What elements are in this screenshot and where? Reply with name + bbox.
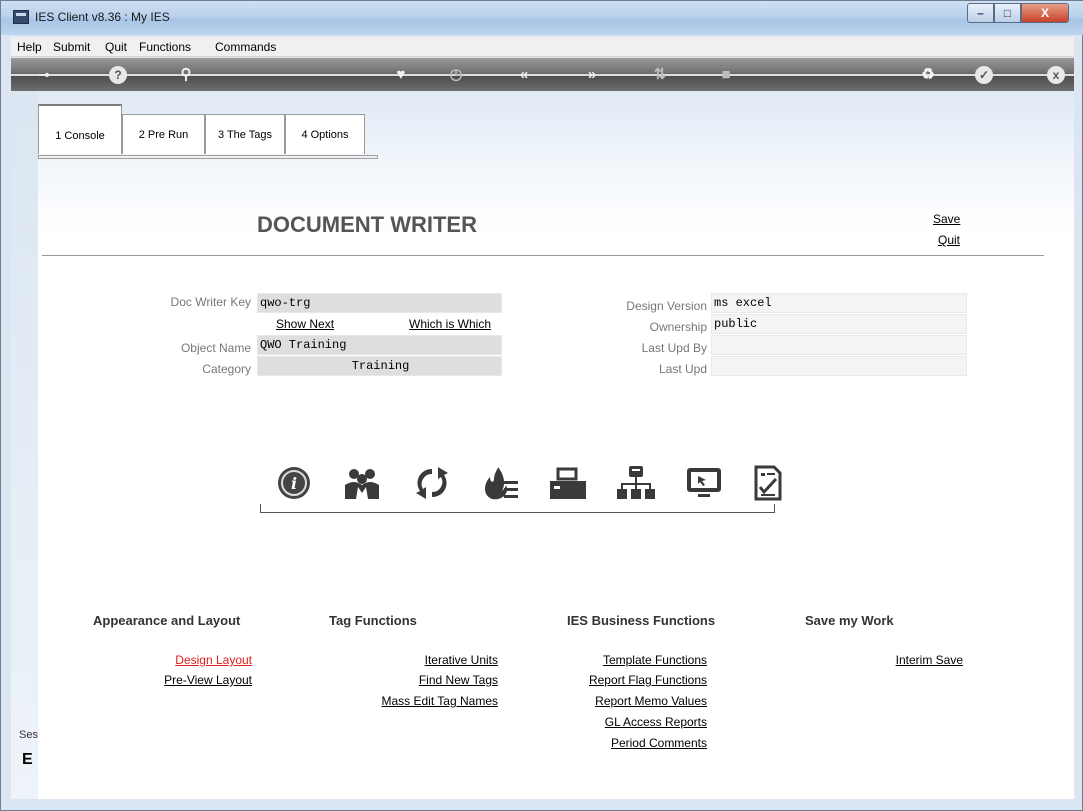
menu-quit[interactable]: Quit: [105, 40, 127, 54]
tab-panel-edge: [38, 155, 378, 159]
svg-text:i: i: [291, 474, 297, 493]
doc-writer-key-field[interactable]: qwo-trg: [257, 293, 502, 313]
which-is-which-link[interactable]: Which is Which: [409, 317, 491, 331]
last-upd-by-field[interactable]: [711, 335, 967, 355]
recycle-icon[interactable]: ♻: [917, 64, 939, 86]
menu-functions[interactable]: Functions: [139, 40, 191, 54]
category-field[interactable]: Training: [257, 356, 502, 376]
design-layout-link[interactable]: Design Layout: [101, 653, 252, 667]
sort-icon[interactable]: ⇅: [649, 64, 671, 86]
tab-console[interactable]: 1 Console: [38, 104, 122, 154]
ownership-label: Ownership: [649, 320, 707, 334]
report-memo-values-link[interactable]: Report Memo Values: [541, 694, 707, 708]
period-comments-link[interactable]: Period Comments: [541, 736, 707, 750]
tab-options[interactable]: 4 Options: [285, 114, 365, 154]
gl-access-reports-link[interactable]: GL Access Reports: [541, 715, 707, 729]
fast-forward-icon[interactable]: »: [581, 64, 603, 86]
menu-bar: Help Submit Quit Functions Commands: [11, 37, 1074, 57]
clock-icon[interactable]: ◷: [445, 64, 467, 86]
window-title: IES Client v8.36 : My IES: [35, 10, 170, 24]
stop-icon[interactable]: ■: [715, 64, 737, 86]
title-bar: IES Client v8.36 : My IES – □ X: [1, 1, 1083, 35]
minimize-button[interactable]: –: [967, 3, 994, 23]
last-upd-by-label: Last Upd By: [641, 341, 707, 355]
rewind-icon[interactable]: «: [513, 64, 535, 86]
menu-help[interactable]: Help: [17, 40, 42, 54]
ownership-field[interactable]: public: [711, 314, 967, 334]
save-work-section-title: Save my Work: [805, 613, 894, 628]
save-link[interactable]: Save: [933, 212, 960, 226]
help-icon[interactable]: ?: [109, 66, 127, 84]
doc-writer-key-label: Doc Writer Key: [170, 295, 251, 309]
preview-layout-link[interactable]: Pre-View Layout: [101, 673, 252, 687]
printer-icon[interactable]: [548, 465, 588, 501]
design-version-label: Design Version: [626, 299, 707, 313]
menu-submit[interactable]: Submit: [53, 40, 90, 54]
content-area: [11, 91, 1074, 799]
show-next-link[interactable]: Show Next: [276, 317, 334, 331]
mass-edit-tag-names-link[interactable]: Mass Edit Tag Names: [341, 694, 499, 708]
side-panel: [11, 91, 38, 799]
info-icon[interactable]: i: [274, 465, 314, 501]
find-new-tags-link[interactable]: Find New Tags: [341, 673, 498, 687]
side-panel-glyph: E: [22, 751, 33, 768]
users-icon[interactable]: [342, 465, 382, 501]
interim-save-link[interactable]: Interim Save: [821, 653, 963, 667]
page-title: DOCUMENT WRITER: [257, 212, 477, 237]
key-icon[interactable]: ⊸: [33, 64, 55, 86]
side-panel-label: Ses: [19, 729, 38, 741]
report-flag-functions-link[interactable]: Report Flag Functions: [541, 673, 707, 687]
last-upd-field[interactable]: [711, 356, 967, 376]
app-window: IES Client v8.36 : My IES – □ X Help Sub…: [0, 0, 1083, 811]
monitor-icon[interactable]: [684, 465, 724, 501]
iterative-units-link[interactable]: Iterative Units: [341, 653, 498, 667]
close-icon[interactable]: x: [1047, 66, 1065, 84]
appearance-section-title: Appearance and Layout: [93, 613, 241, 628]
tab-the-tags[interactable]: 3 The Tags: [205, 114, 285, 154]
template-functions-link[interactable]: Template Functions: [541, 653, 707, 667]
header-divider: [42, 255, 1044, 256]
object-name-field[interactable]: QWO Training: [257, 335, 502, 355]
last-upd-label: Last Upd: [658, 362, 707, 376]
tab-bar: 1 Console 2 Pre Run 3 The Tags 4 Options: [38, 104, 378, 160]
tab-pre-run[interactable]: 2 Pre Run: [122, 114, 205, 154]
business-section-title: IES Business Functions: [567, 613, 716, 628]
fire-list-icon[interactable]: [480, 465, 520, 501]
hierarchy-icon[interactable]: [616, 465, 656, 501]
toolbar: ⊸ ? ⚲ ♥ ◷ « » ⇅ ■ ♻ ✓ x: [11, 58, 1074, 91]
heart-icon[interactable]: ♥: [390, 64, 412, 86]
close-window-button[interactable]: X: [1021, 3, 1069, 23]
menu-commands[interactable]: Commands: [215, 40, 276, 54]
app-icon: [13, 10, 29, 24]
category-label: Category: [202, 362, 251, 376]
check-icon[interactable]: ✓: [975, 66, 993, 84]
function-icon-strip: i: [260, 461, 782, 513]
maximize-button[interactable]: □: [994, 3, 1021, 23]
design-version-field[interactable]: ms excel: [711, 293, 967, 313]
refresh-icon[interactable]: [412, 465, 452, 501]
tag-functions-section-title: Tag Functions: [329, 613, 417, 628]
object-name-label: Object Name: [180, 341, 251, 355]
checklist-document-icon[interactable]: [748, 465, 788, 501]
search-icon[interactable]: ⚲: [175, 64, 197, 86]
quit-link[interactable]: Quit: [938, 233, 960, 247]
